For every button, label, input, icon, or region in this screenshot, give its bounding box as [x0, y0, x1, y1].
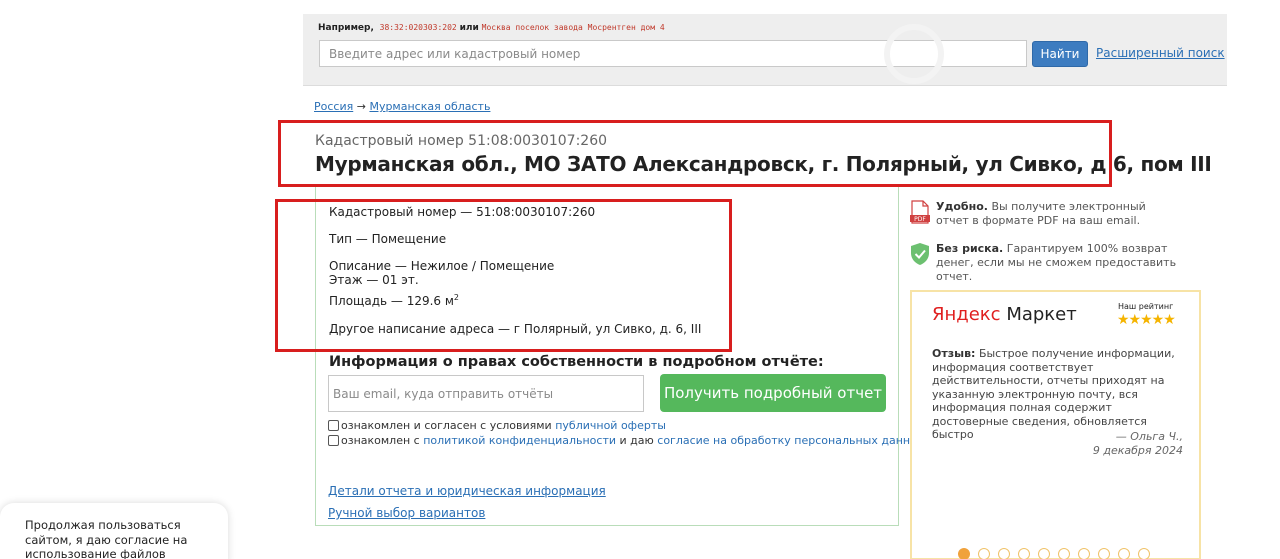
- carousel-dot[interactable]: [958, 548, 970, 559]
- carousel-dot[interactable]: [1078, 548, 1090, 559]
- example-code-link[interactable]: 38:32:020303:202: [380, 23, 457, 32]
- detail-description: Описание — Нежилое / Помещение: [329, 259, 555, 273]
- example-address-link[interactable]: Москва поселок завода Мосрентген дом 4: [482, 23, 665, 32]
- carousel-dot[interactable]: [1018, 548, 1030, 559]
- privacy-link[interactable]: политикой конфиденциальности: [423, 434, 616, 447]
- personal-data-link[interactable]: согласие на обработку персональных данны…: [657, 434, 925, 447]
- search-button[interactable]: Найти: [1032, 41, 1088, 67]
- offer-checkbox[interactable]: [328, 420, 339, 431]
- breadcrumb-item-russia[interactable]: Россия: [314, 100, 353, 113]
- pdf-icon: PDF: [910, 200, 930, 224]
- consent-offer: ознакомлен и согласен с условиями публич…: [328, 419, 666, 432]
- svg-text:PDF: PDF: [914, 216, 926, 223]
- carousel-dot[interactable]: [998, 548, 1010, 559]
- report-details-link[interactable]: Детали отчета и юридическая информация: [328, 484, 606, 498]
- detail-alt-address: Другое написание адреса — г Полярный, ул…: [329, 322, 702, 336]
- manual-selection-link[interactable]: Ручной выбор вариантов: [328, 506, 485, 520]
- header-highlight: Кадастровый номер 51:08:0030107:260 Мурм…: [278, 120, 1212, 187]
- rating-stars: ★★★★★: [1117, 312, 1176, 328]
- privacy-checkbox[interactable]: [328, 435, 339, 446]
- detail-cadastral: Кадастровый номер — 51:08:0030107:260: [329, 205, 596, 219]
- review-text: Отзыв: Быстрое получение информации, инф…: [932, 347, 1175, 441]
- carousel-dot[interactable]: [1098, 548, 1110, 559]
- watermark-logo: [884, 24, 944, 84]
- rights-heading: Информация о правах собственности в подр…: [329, 354, 824, 370]
- cookie-notice: Продолжая пользоваться сайтом, я даю сог…: [0, 503, 228, 559]
- review-card: Яндекс Маркет Наш рейтинг ★★★★★ Отзыв: Б…: [910, 290, 1201, 559]
- carousel-dot[interactable]: [1058, 548, 1070, 559]
- breadcrumb: Россия → Мурманская область: [314, 100, 490, 113]
- review-author: — Ольга Ч.,: [1115, 430, 1183, 443]
- yandex-market-logo: Яндекс Маркет: [932, 304, 1077, 325]
- detail-floor: Этаж — 01 эт.: [329, 273, 419, 287]
- detail-type: Тип — Помещение: [329, 232, 447, 246]
- carousel-dot[interactable]: [978, 548, 990, 559]
- carousel-dots: [958, 548, 1150, 559]
- detail-area: Площадь — 129.6 м2: [329, 293, 460, 308]
- breadcrumb-item-region[interactable]: Мурманская область: [369, 100, 490, 113]
- review-date: 9 декабря 2024: [1092, 444, 1183, 457]
- search-example: Например, 38:32:020303:202 или Москва по…: [318, 23, 665, 33]
- cadastral-subtitle: Кадастровый номер 51:08:0030107:260: [315, 133, 608, 149]
- details-highlight: Кадастровый номер — 51:08:0030107:260 Ти…: [275, 199, 732, 352]
- search-panel: Например, 38:32:020303:202 или Москва по…: [303, 14, 1227, 86]
- email-input[interactable]: [328, 375, 644, 412]
- carousel-dot[interactable]: [1118, 548, 1130, 559]
- offer-link[interactable]: публичной оферты: [555, 419, 666, 432]
- consent-privacy: ознакомлен с политикой конфиденциальност…: [328, 434, 925, 447]
- shield-check-icon: [911, 243, 929, 265]
- breadcrumb-separator: →: [356, 100, 366, 113]
- rating-label: Наш рейтинг: [1118, 302, 1174, 311]
- page-title: Мурманская обл., МО ЗАТО Александровск, …: [315, 152, 1212, 176]
- get-report-button[interactable]: Получить подробный отчет: [660, 374, 886, 412]
- advanced-search-link[interactable]: Расширенный поиск: [1096, 46, 1225, 60]
- cookie-text: Продолжая пользоваться сайтом, я даю сог…: [25, 518, 188, 559]
- carousel-dot[interactable]: [1038, 548, 1050, 559]
- carousel-dot[interactable]: [1138, 548, 1150, 559]
